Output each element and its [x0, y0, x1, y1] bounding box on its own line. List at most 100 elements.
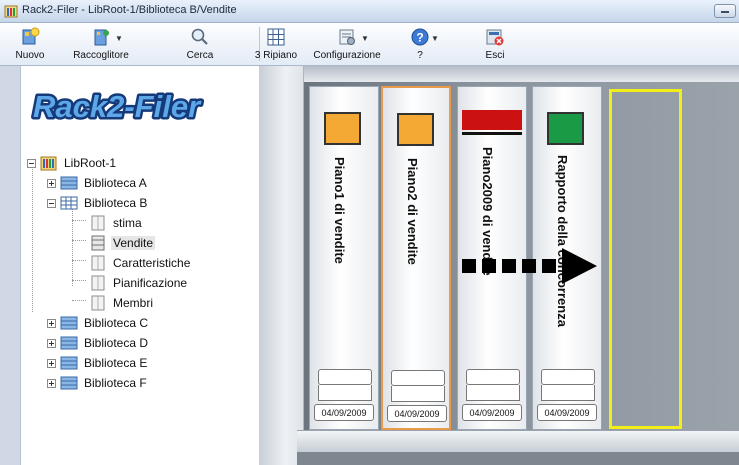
- binder-label-box: [466, 385, 520, 401]
- shelf-icon: [91, 295, 105, 311]
- app-icon: [4, 5, 18, 18]
- chevron-down-icon: ▼: [431, 34, 439, 43]
- cerca-label: Cerca: [186, 50, 214, 61]
- binder-color-label: [397, 113, 434, 146]
- expand-toggle[interactable]: [47, 318, 56, 328]
- new-binder-icon: [22, 27, 40, 45]
- library-root-icon: [40, 156, 57, 171]
- library-icon: [60, 316, 78, 330]
- esci-label: Esci: [485, 50, 505, 61]
- exit-icon: [486, 29, 504, 46]
- minimize-button[interactable]: [714, 4, 736, 18]
- binder-color-label: [547, 112, 584, 145]
- tree-connector: [72, 300, 86, 301]
- tree-connector: [72, 206, 73, 286]
- tree-node-caratteristiche[interactable]: Caratteristiche: [89, 254, 192, 272]
- binder-date: 04/09/2009: [387, 405, 447, 422]
- binder-date: 04/09/2009: [462, 404, 522, 421]
- binder-title: Rapporto della concorrenza: [555, 155, 570, 327]
- library-icon: [60, 176, 78, 190]
- tree-connector: [72, 220, 86, 221]
- svg-text:?: ?: [416, 31, 423, 45]
- ripiano-label: 3 Ripiano: [254, 50, 298, 61]
- tree-node-biblioteca-e[interactable]: Biblioteca E: [47, 354, 149, 372]
- binder-title: Piano1 di vendite: [332, 157, 347, 264]
- binder-stripe-line: [462, 132, 522, 135]
- shelf-open-icon: [91, 235, 105, 251]
- tree-node-biblioteca-f[interactable]: Biblioteca F: [47, 374, 149, 392]
- binder-color-label: [324, 112, 361, 145]
- library-icon: [60, 336, 78, 350]
- help-icon: ?: [411, 28, 429, 46]
- tree-node-libroot[interactable]: LibRoot-1: [27, 154, 118, 172]
- binder-label-box: [391, 386, 445, 402]
- tree-connector: [72, 240, 86, 241]
- library-panel: Rack2-Filer Rack2-Filer LibRoot-1 Biblio…: [20, 66, 260, 465]
- collapse-toggle[interactable]: [47, 198, 56, 208]
- raccoglitore-button[interactable]: ▼ Raccoglitore: [66, 25, 136, 63]
- tree-node-vendite[interactable]: Vendite: [89, 234, 156, 252]
- tree-node-biblioteca-b[interactable]: Biblioteca B: [47, 194, 149, 212]
- binder-color-stripe: [462, 110, 522, 130]
- tree-connector: [72, 280, 86, 281]
- library-icon: [60, 356, 78, 370]
- ripiano-button[interactable]: 3 Ripiano: [254, 25, 298, 63]
- nuovo-label: Nuovo: [15, 50, 45, 61]
- esci-button[interactable]: Esci: [473, 25, 517, 63]
- binder-label-box: [318, 369, 372, 385]
- toolbar: Nuovo ▼ Raccoglitore Cerca 3 Ripiano ▼ C…: [0, 23, 739, 66]
- tree-node-biblioteca-c[interactable]: Biblioteca C: [47, 314, 150, 332]
- tree-connector: [72, 260, 86, 261]
- expand-toggle[interactable]: [47, 378, 56, 388]
- svg-text:Rack2-Filer: Rack2-Filer: [33, 89, 202, 124]
- tree-node-stima[interactable]: stima: [89, 214, 144, 232]
- tree-connector: [32, 166, 33, 312]
- settings-icon: [339, 29, 355, 45]
- cerca-button[interactable]: Cerca: [178, 25, 222, 63]
- chevron-down-icon: ▼: [115, 34, 123, 43]
- shelf-icon: [91, 275, 105, 291]
- tree-node-membri[interactable]: Membri: [89, 294, 155, 312]
- binder-1[interactable]: Piano1 di vendite 04/09/2009: [309, 86, 379, 430]
- expand-toggle[interactable]: [47, 358, 56, 368]
- cabinet-view: Piano1 di vendite 04/09/2009 Piano2 di v…: [259, 66, 739, 465]
- drag-arrow-icon: [462, 248, 597, 284]
- binder-date: 04/09/2009: [314, 404, 374, 421]
- binder-icon: [94, 29, 109, 46]
- shelf-board-edge: [297, 452, 739, 465]
- binder-label-box: [318, 385, 372, 401]
- window-title: Rack2-Filer - LibRoot-1/Biblioteca B/Ven…: [22, 4, 237, 16]
- shelf-icon: [91, 255, 105, 271]
- binder-label-box: [391, 370, 445, 386]
- cabinet-left-frame: [259, 66, 304, 465]
- raccoglitore-label: Raccoglitore: [73, 50, 129, 61]
- configurazione-button[interactable]: ▼ Configurazione: [312, 25, 382, 63]
- shelf-grid-icon: [267, 28, 285, 46]
- binder-label-box: [541, 369, 595, 385]
- expand-toggle[interactable]: [47, 178, 56, 188]
- binder-date: 04/09/2009: [537, 404, 597, 421]
- title-bar: Rack2-Filer - LibRoot-1/Biblioteca B/Ven…: [0, 0, 739, 23]
- binder-label-box: [466, 369, 520, 385]
- binder-label-box: [541, 385, 595, 401]
- rack2-filer-logo: Rack2-Filer Rack2-Filer: [31, 87, 205, 127]
- configurazione-label: Configurazione: [313, 50, 381, 61]
- empty-binder-slot[interactable]: [609, 89, 682, 429]
- help-label: ?: [417, 50, 423, 61]
- help-button[interactable]: ? ▼ ?: [398, 25, 442, 63]
- shelf-board: [297, 430, 739, 453]
- search-icon: [191, 28, 208, 45]
- nuovo-button[interactable]: Nuovo: [8, 25, 52, 63]
- tree-node-biblioteca-d[interactable]: Biblioteca D: [47, 334, 150, 352]
- binder-2[interactable]: Piano2 di vendite 04/09/2009: [381, 86, 451, 430]
- chevron-down-icon: ▼: [361, 34, 369, 43]
- library-icon: [60, 376, 78, 390]
- expand-toggle[interactable]: [47, 338, 56, 348]
- tree-node-pianificazione[interactable]: Pianificazione: [89, 274, 189, 292]
- cabinet-top-frame: [259, 66, 739, 82]
- tree-node-biblioteca-a[interactable]: Biblioteca A: [47, 174, 149, 192]
- library-open-icon: [60, 196, 78, 210]
- collapse-toggle[interactable]: [27, 158, 36, 168]
- binder-title: Piano2 di vendite: [405, 158, 420, 265]
- shelf-icon: [91, 215, 105, 231]
